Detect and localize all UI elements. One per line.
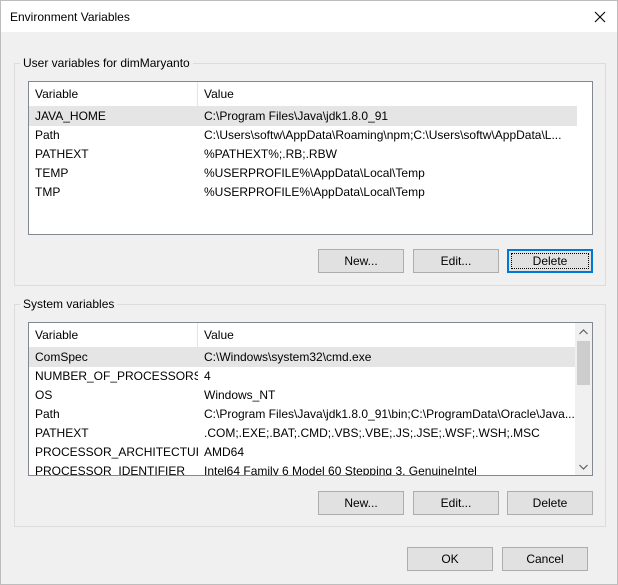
value-cell: C:\Users\softw\AppData\Roaming\npm;C:\Us… — [204, 128, 562, 142]
value-cell: AMD64 — [204, 445, 245, 459]
user-new-button[interactable]: New... — [318, 249, 404, 273]
user-list-header: Variable Value — [29, 82, 577, 107]
title-bar: Environment Variables — [1, 1, 617, 32]
column-header-variable[interactable]: Variable — [29, 82, 198, 107]
ok-button[interactable]: OK — [407, 547, 493, 571]
user-delete-label: Delete — [532, 254, 568, 268]
user-variables-group: User variables for dimMaryanto Variable … — [14, 56, 606, 286]
system-list-header: Variable Value — [29, 323, 577, 348]
scroll-thumb[interactable] — [577, 341, 590, 385]
variable-cell: PATHEXT — [35, 426, 89, 440]
value-cell: %USERPROFILE%\AppData\Local\Temp — [204, 185, 425, 199]
table-row[interactable]: JAVA_HOME C:\Program Files\Java\jdk1.8.0_… — [29, 107, 577, 126]
value-cell: 4 — [204, 369, 211, 383]
variable-cell: PROCESSOR_ARCHITECTURE — [35, 445, 198, 459]
system-new-button[interactable]: New... — [318, 491, 404, 515]
table-row[interactable]: ComSpec C:\Windows\system32\cmd.exe — [29, 348, 576, 367]
table-row[interactable]: OS Windows_NT — [29, 386, 576, 405]
system-edit-button[interactable]: Edit... — [413, 491, 499, 515]
system-variables-list[interactable]: Variable Value ComSpec C:\Windows\system3… — [28, 322, 593, 476]
table-row[interactable]: PROCESSOR_ARCHITECTURE AMD64 — [29, 443, 576, 462]
column-header-value[interactable]: Value — [198, 82, 577, 107]
variable-cell: OS — [35, 388, 53, 402]
system-new-label: New... — [344, 496, 378, 510]
variable-cell: NUMBER_OF_PROCESSORS — [35, 369, 198, 383]
table-row[interactable]: TEMP %USERPROFILE%\AppData\Local\Temp — [29, 164, 577, 183]
user-edit-button[interactable]: Edit... — [413, 249, 499, 273]
system-variables-group: System variables Variable Value ComSpec C… — [14, 297, 606, 527]
table-row[interactable]: Path C:\Program Files\Java\jdk1.8.0_91\bi… — [29, 405, 576, 424]
variable-cell: Path — [35, 407, 60, 421]
user-edit-label: Edit... — [440, 254, 472, 268]
close-button[interactable] — [583, 1, 617, 32]
close-icon — [594, 11, 606, 22]
value-cell: C:\Program Files\Java\jdk1.8.0_91 — [204, 109, 389, 123]
column-header-value[interactable]: Value — [198, 323, 577, 348]
table-row[interactable]: Path C:\Users\softw\AppData\Roaming\npm;C… — [29, 126, 577, 145]
user-variables-list[interactable]: Variable Value JAVA_HOME C:\Program Files… — [28, 81, 593, 235]
table-row[interactable]: PATHEXT .COM;.EXE;.BAT;.CMD;.VBS;.VBE;.JS… — [29, 424, 576, 443]
ok-label: OK — [441, 552, 459, 566]
system-variables-label: System variables — [20, 297, 118, 311]
user-variables-label: User variables for dimMaryanto — [20, 56, 193, 70]
table-row[interactable]: TMP %USERPROFILE%\AppData\Local\Temp — [29, 183, 577, 202]
system-edit-label: Edit... — [440, 496, 472, 510]
system-delete-button[interactable]: Delete — [507, 491, 593, 515]
table-row[interactable]: NUMBER_OF_PROCESSORS 4 — [29, 367, 576, 386]
environment-variables-dialog: Environment Variables User variables for… — [0, 0, 618, 585]
value-cell: C:\Program Files\Java\jdk1.8.0_91\bin;C:… — [204, 407, 575, 421]
system-delete-label: Delete — [532, 496, 568, 510]
cancel-button[interactable]: Cancel — [502, 547, 588, 571]
column-header-variable[interactable]: Variable — [29, 323, 198, 348]
user-new-label: New... — [344, 254, 378, 268]
value-cell: C:\Windows\system32\cmd.exe — [204, 350, 372, 364]
value-cell: %PATHEXT%;.RB;.RBW — [204, 147, 337, 161]
system-list-scrollbar[interactable] — [575, 323, 592, 475]
cancel-label: Cancel — [526, 552, 564, 566]
window-title: Environment Variables — [10, 10, 130, 24]
user-delete-button[interactable]: Delete — [507, 249, 593, 273]
variable-cell: Path — [35, 128, 60, 142]
scroll-up-button[interactable] — [575, 323, 592, 340]
variable-cell: TEMP — [35, 166, 69, 180]
value-cell: Windows_NT — [204, 388, 276, 402]
variable-cell: JAVA_HOME — [35, 109, 106, 123]
variable-cell: PATHEXT — [35, 147, 89, 161]
scroll-down-button[interactable] — [575, 458, 592, 475]
value-cell: %USERPROFILE%\AppData\Local\Temp — [204, 166, 425, 180]
variable-cell: PROCESSOR_IDENTIFIER — [35, 464, 186, 476]
variable-cell: ComSpec — [35, 350, 88, 364]
value-cell: Intel64 Family 6 Model 60 Stepping 3, Ge… — [204, 464, 477, 476]
chevron-up-icon — [579, 328, 588, 334]
value-cell: .COM;.EXE;.BAT;.CMD;.VBS;.VBE;.JS;.JSE;.… — [204, 426, 540, 440]
table-row[interactable]: PATHEXT %PATHEXT%;.RB;.RBW — [29, 145, 577, 164]
table-row[interactable]: PROCESSOR_IDENTIFIER Intel64 Family 6 Mod… — [29, 462, 576, 476]
variable-cell: TMP — [35, 185, 61, 199]
chevron-down-icon — [579, 464, 588, 470]
